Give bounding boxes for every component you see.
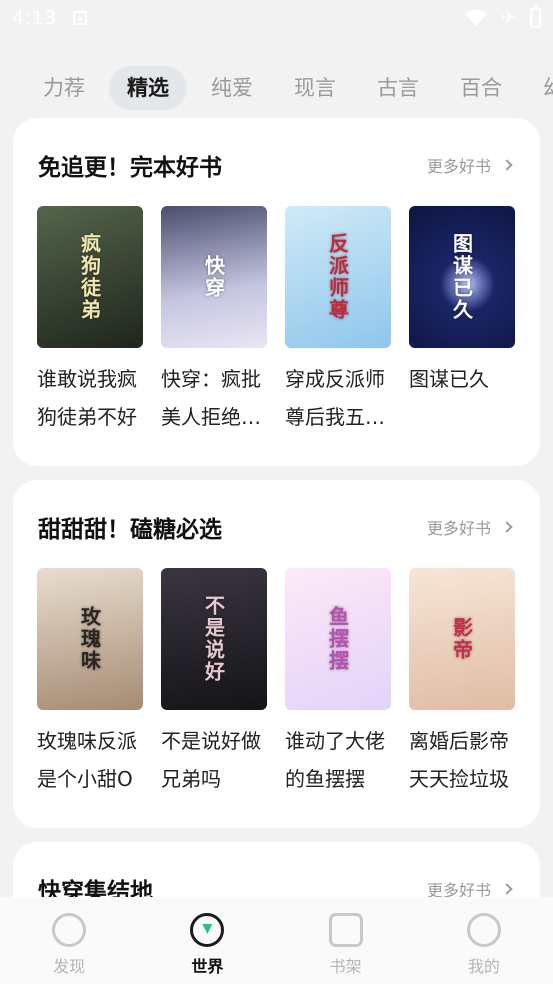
section-completed-books: 免追更！完本好书 更多好书 疯狗徒弟 谁敢说我疯狗徒弟不好 快穿 快穿：疯批美人…	[13, 118, 540, 466]
book-title[interactable]: 图谋已久	[409, 360, 515, 398]
chevron-right-icon	[501, 159, 513, 171]
book-title[interactable]: 快穿：疯批美人拒绝服从	[161, 360, 267, 436]
book-title[interactable]: 不是说好做兄弟吗	[161, 722, 267, 798]
nav-profile[interactable]: 我的	[415, 897, 553, 984]
nav-label: 我的	[467, 957, 500, 976]
tab-fantasy[interactable]: 幻	[526, 66, 553, 110]
more-books-label: 更多好书	[426, 519, 491, 538]
profile-icon	[466, 913, 501, 947]
wifi-icon	[464, 10, 487, 26]
tab-ancient[interactable]: 古言	[360, 66, 436, 110]
book-item[interactable]: 影帝 离婚后影帝天天捡垃圾	[409, 568, 515, 798]
chevron-right-icon	[501, 521, 513, 533]
book-item[interactable]: 疯狗徒弟 谁敢说我疯狗徒弟不好	[37, 206, 143, 436]
book-item[interactable]: 反派师尊 穿成反派师尊后我五杀逆徒	[285, 206, 391, 436]
book-cover[interactable]: 快穿	[161, 206, 267, 348]
bottom-nav: 发现 世界 书架 我的	[0, 897, 553, 984]
section-title: 免追更！完本好书	[38, 155, 222, 181]
cover-title: 影帝	[449, 617, 474, 661]
notification-icon	[72, 11, 87, 25]
book-item[interactable]: 快穿 快穿：疯批美人拒绝服从	[161, 206, 267, 436]
discover-icon	[52, 913, 87, 947]
status-bar: 4:13 ✈	[0, 0, 553, 36]
chevron-right-icon	[501, 883, 513, 895]
battery-icon	[530, 5, 541, 28]
book-cover[interactable]: 疯狗徒弟	[37, 206, 143, 348]
book-item[interactable]: 鱼摆摆 谁动了大佬的鱼摆摆	[285, 568, 391, 798]
book-title[interactable]: 谁动了大佬的鱼摆摆	[285, 722, 391, 798]
airplane-icon: ✈	[500, 7, 516, 28]
book-title[interactable]: 穿成反派师尊后我五杀逆徒	[285, 360, 391, 436]
book-title[interactable]: 离婚后影帝天天捡垃圾	[409, 722, 515, 798]
status-time: 4:13	[12, 7, 57, 29]
cover-title: 不是说好	[201, 595, 226, 683]
tab-modern[interactable]: 现言	[277, 66, 353, 110]
book-title[interactable]: 玫瑰味反派是个小甜O	[37, 722, 143, 798]
tab-selected[interactable]: 精选	[109, 66, 187, 110]
book-cover[interactable]: 反派师尊	[285, 206, 391, 348]
category-tabs: 力荐 精选 纯爱 现言 古言 百合 幻	[0, 62, 553, 114]
nav-label: 发现	[53, 957, 86, 976]
cover-title: 图谋已久	[449, 233, 474, 321]
tab-bl[interactable]: 纯爱	[194, 66, 270, 110]
book-cover[interactable]: 图谋已久	[409, 206, 515, 348]
book-title[interactable]: 谁敢说我疯狗徒弟不好	[37, 360, 143, 436]
cover-title: 反派师尊	[325, 233, 350, 321]
book-row: 疯狗徒弟 谁敢说我疯狗徒弟不好 快穿 快穿：疯批美人拒绝服从 反派师尊 穿成反派…	[37, 206, 515, 436]
nav-discover[interactable]: 发现	[0, 897, 138, 984]
cover-title: 鱼摆摆	[325, 606, 350, 672]
book-row: 玫瑰味 玫瑰味反派是个小甜O 不是说好 不是说好做兄弟吗 鱼摆摆 谁动了大佬的鱼…	[37, 568, 515, 798]
world-icon	[190, 913, 225, 947]
cover-title: 玫瑰味	[77, 606, 102, 672]
nav-label: 世界	[191, 957, 224, 976]
book-item[interactable]: 不是说好 不是说好做兄弟吗	[161, 568, 267, 798]
status-icons: ✈	[464, 5, 541, 28]
cover-title: 快穿	[201, 255, 226, 299]
bookshelf-icon	[328, 913, 363, 947]
book-cover[interactable]: 鱼摆摆	[285, 568, 391, 710]
nav-bookshelf[interactable]: 书架	[277, 897, 415, 984]
more-books-label: 更多好书	[426, 157, 491, 176]
section-title: 甜甜甜！磕糖必选	[38, 517, 222, 543]
book-item[interactable]: 玫瑰味 玫瑰味反派是个小甜O	[37, 568, 143, 798]
tab-recommend[interactable]: 力荐	[26, 66, 102, 110]
more-books-link[interactable]: 更多好书	[427, 153, 515, 177]
nav-label: 书架	[329, 957, 362, 976]
book-cover[interactable]: 不是说好	[161, 568, 267, 710]
nav-world[interactable]: 世界	[138, 897, 276, 984]
cover-title: 疯狗徒弟	[77, 233, 102, 321]
book-item[interactable]: 图谋已久 图谋已久	[409, 206, 515, 436]
book-cover[interactable]: 玫瑰味	[37, 568, 143, 710]
more-books-link[interactable]: 更多好书	[427, 515, 515, 539]
book-cover[interactable]: 影帝	[409, 568, 515, 710]
section-sweet-books: 甜甜甜！磕糖必选 更多好书 玫瑰味 玫瑰味反派是个小甜O 不是说好 不是说好做兄…	[13, 480, 540, 828]
tab-gl[interactable]: 百合	[443, 66, 519, 110]
